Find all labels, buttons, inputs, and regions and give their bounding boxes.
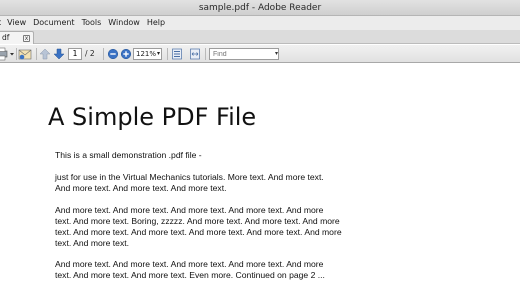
menu-item-tools[interactable]: Tools <box>82 16 102 30</box>
tab-label: df <box>2 33 10 42</box>
window-title: sample.pdf - Adobe Reader <box>198 3 322 13</box>
close-icon[interactable]: x <box>23 35 30 42</box>
document-paragraph: just for use in the Virtual Mechanics tu… <box>55 172 324 193</box>
menu-item-view[interactable]: View <box>7 16 26 30</box>
page-number-input[interactable]: 1 <box>68 48 82 60</box>
menu-item-help[interactable]: Help <box>147 16 165 30</box>
fit-width-icon[interactable] <box>189 47 201 61</box>
toolbar-separator <box>167 48 168 60</box>
toolbar-separator <box>36 48 37 60</box>
zoom-value: 121% <box>136 50 157 58</box>
page-total-label: / 2 <box>85 49 95 58</box>
menu-item-file[interactable]: t <box>0 16 1 30</box>
menu-item-window[interactable]: Window <box>108 16 140 30</box>
zoom-out-icon[interactable] <box>107 47 119 61</box>
toolbar-separator <box>16 48 17 60</box>
chevron-down-icon: ▾ <box>156 50 160 57</box>
tab-bar: df x <box>0 30 520 44</box>
document-paragraph: This is a small demonstration .pdf file … <box>55 150 202 160</box>
toolbar-separator <box>205 48 206 60</box>
next-page-icon[interactable] <box>53 47 65 61</box>
fit-page-icon[interactable] <box>171 47 183 61</box>
document-page: A Simple PDF File This is a small demons… <box>0 64 520 292</box>
toolbar: 1 / 2 121% ▾ ▾ <box>0 45 520 63</box>
find-dropdown-icon[interactable]: ▾ <box>275 50 278 57</box>
prev-page-icon[interactable] <box>39 47 51 61</box>
document-paragraph: And more text. And more text. And more t… <box>55 259 325 280</box>
print-dropdown-icon[interactable] <box>9 47 15 61</box>
print-icon[interactable] <box>0 47 8 61</box>
menu-item-document[interactable]: Document <box>33 16 74 30</box>
document-paragraph: And more text. And more text. And more t… <box>55 205 342 248</box>
document-title: A Simple PDF File <box>48 103 257 131</box>
zoom-in-icon[interactable] <box>120 47 132 61</box>
zoom-select[interactable]: 121% ▾ <box>133 48 162 60</box>
tab-document[interactable]: df x <box>0 31 34 44</box>
toolbar-separator <box>103 48 104 60</box>
find-input[interactable] <box>209 48 279 60</box>
email-icon[interactable] <box>18 47 32 61</box>
menubar: t View Document Tools Window Help <box>0 16 520 30</box>
window-titlebar: sample.pdf - Adobe Reader <box>0 0 520 16</box>
